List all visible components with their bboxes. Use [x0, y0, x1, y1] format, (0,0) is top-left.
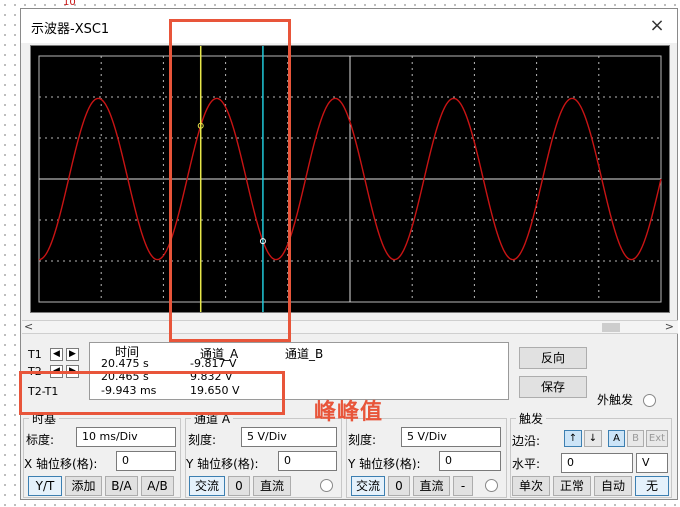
add-mode-button[interactable]: 添加	[65, 476, 102, 496]
channel-a-scale-field[interactable]: 5 V/Div	[241, 427, 337, 447]
channel-b-zero-button[interactable]: 0	[388, 476, 410, 496]
horizontal-scrollbar[interactable]: < >	[22, 320, 678, 334]
trigger-source-b-button[interactable]: B	[627, 430, 644, 447]
channel-b-ac-button[interactable]: 交流	[351, 476, 385, 496]
background-fragment: 10	[63, 0, 76, 8]
t1-time: 20.475 s	[101, 357, 149, 370]
channel-b-radio[interactable]	[485, 479, 498, 492]
scope-screen	[30, 45, 670, 313]
channel-b-scale-field[interactable]: 5 V/Div	[401, 427, 501, 447]
channel-a-ac-button[interactable]: 交流	[189, 476, 225, 496]
channel-a-title: 通道 A	[191, 410, 234, 427]
trigger-normal-button[interactable]: 正常	[553, 476, 591, 496]
t2-cursor-control: T2 ◀ ▶	[28, 364, 86, 380]
t2-t1-time: -9.943 ms	[101, 384, 157, 397]
t1-right-arrow-icon[interactable]: ▶	[66, 348, 79, 361]
reverse-button[interactable]: 反向	[519, 347, 587, 369]
ba-mode-button[interactable]: B/A	[105, 476, 138, 496]
rising-edge-icon[interactable]: ↑	[564, 430, 582, 447]
t2-label: T2	[28, 365, 42, 378]
t1-left-arrow-icon[interactable]: ◀	[50, 348, 63, 361]
channel-a-zero-button[interactable]: 0	[228, 476, 250, 496]
channel-b-minus-button[interactable]: -	[453, 476, 473, 496]
t2-t1-channel-a: 19.650 V	[190, 384, 240, 397]
scroll-left-icon[interactable]: <	[24, 320, 33, 333]
x-position-label: X 轴位移(格):	[24, 457, 98, 471]
falling-edge-icon[interactable]: ↓	[584, 430, 602, 447]
measurement-readout: 时间 通道_A 通道_B 20.475 s -9.817 V 20.465 s …	[89, 342, 509, 400]
timebase-title: 时基	[29, 410, 60, 427]
channel-b-ypos-label: Y 轴位移(格):	[348, 457, 421, 471]
channel-b-dc-button[interactable]: 直流	[413, 476, 450, 496]
ext-trigger-label: 外触发	[597, 393, 634, 407]
oscilloscope-window: 示波器-XSC1 × < > T1 ◀ ▶ T2 ◀ ▶ T2-T1 时间 通道…	[19, 8, 678, 500]
window-title: 示波器-XSC1	[31, 22, 110, 37]
t2-t1-label: T2-T1	[28, 385, 59, 398]
t2-channel-a: 9.832 V	[190, 370, 233, 383]
title-bar: 示波器-XSC1 ×	[21, 9, 677, 43]
trigger-title: 触发	[516, 410, 547, 427]
close-button[interactable]: ×	[645, 14, 669, 38]
trigger-source-a-button[interactable]: A	[608, 430, 625, 447]
channel-a-ypos-label: Y 轴位移(格):	[186, 457, 259, 471]
channel-b-scale-label: 刻度:	[348, 433, 377, 447]
channel-b-ypos-field[interactable]: 0	[439, 451, 501, 471]
trigger-source-ext-button[interactable]: Ext	[646, 430, 668, 447]
channel-a-ypos-field[interactable]: 0	[278, 451, 337, 471]
ab-mode-button[interactable]: A/B	[141, 476, 174, 496]
ext-trigger-radio[interactable]	[643, 394, 656, 407]
scroll-thumb[interactable]	[602, 323, 620, 332]
t1-cursor-control: T1 ◀ ▶	[28, 347, 86, 363]
trigger-auto-button[interactable]: 自动	[594, 476, 632, 496]
x-position-field[interactable]: 0	[116, 451, 176, 471]
t1-label: T1	[28, 348, 42, 361]
trigger-edge-label: 边沿:	[512, 434, 541, 448]
save-button[interactable]: 保存	[519, 376, 587, 398]
trigger-single-button[interactable]: 单次	[512, 476, 550, 496]
trigger-level-label: 水平:	[512, 457, 541, 471]
t2-left-arrow-icon[interactable]: ◀	[50, 365, 63, 378]
timebase-scale-label: 标度:	[26, 433, 55, 447]
t2-time: 20.465 s	[101, 370, 149, 383]
header-channel-b: 通道_B	[285, 347, 324, 361]
channel-a-dc-button[interactable]: 直流	[253, 476, 291, 496]
peak-to-peak-annotation: 峰峰值	[314, 400, 384, 425]
trigger-none-button[interactable]: 无	[635, 476, 669, 496]
t2-right-arrow-icon[interactable]: ▶	[66, 365, 79, 378]
scroll-right-icon[interactable]: >	[665, 320, 674, 333]
channel-a-scale-label: 刻度:	[188, 433, 217, 447]
trigger-level-unit[interactable]: V	[636, 453, 668, 473]
trigger-level-field[interactable]: 0	[561, 453, 633, 473]
t1-channel-a: -9.817 V	[190, 357, 237, 370]
timebase-scale-field[interactable]: 10 ms/Div	[76, 427, 176, 447]
scope-display	[38, 46, 662, 312]
t2-t1-row-label: T2-T1	[28, 384, 86, 400]
channel-a-radio[interactable]	[320, 479, 333, 492]
yt-mode-button[interactable]: Y/T	[28, 476, 62, 496]
